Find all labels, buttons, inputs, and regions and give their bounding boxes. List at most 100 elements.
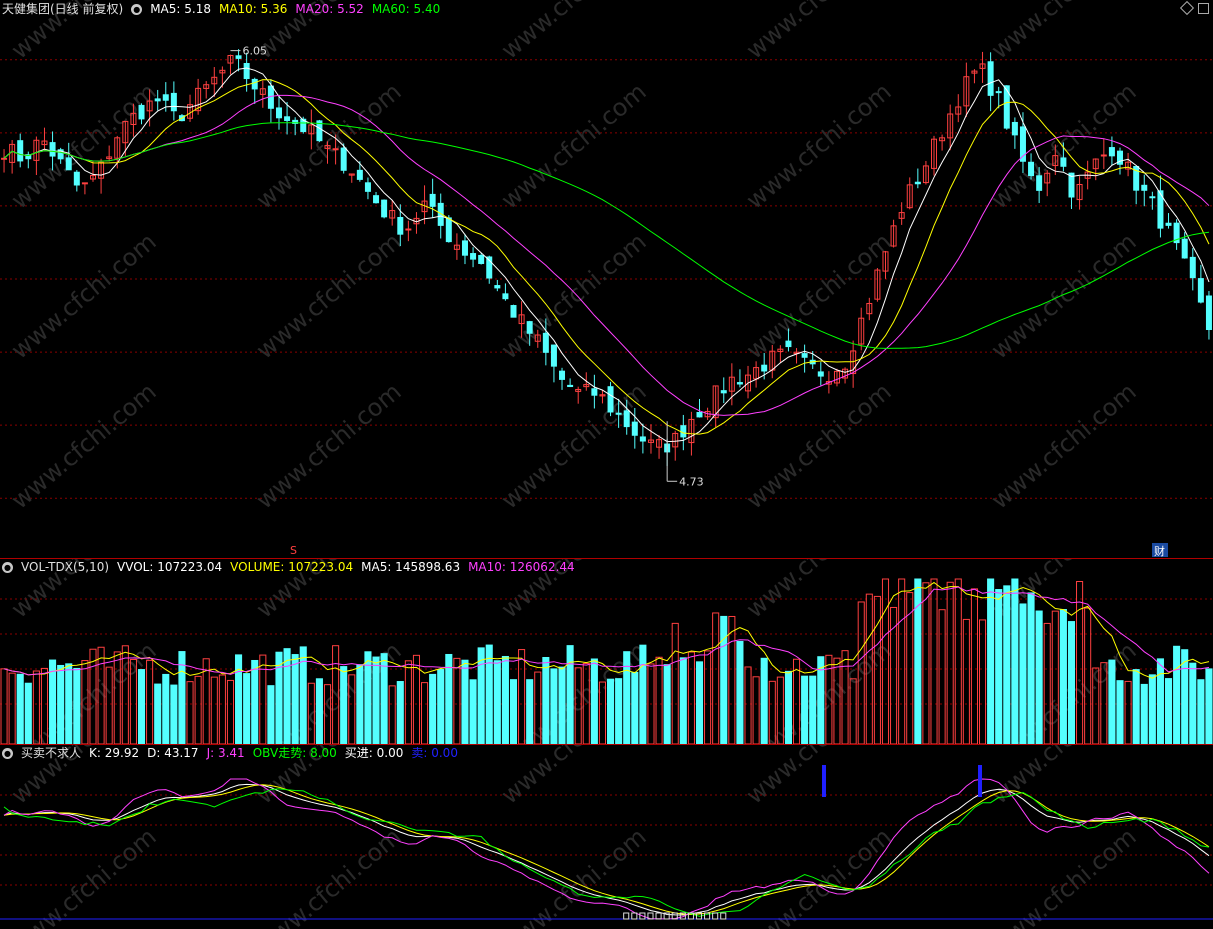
volume-bar [469,679,477,744]
volume-bar [995,589,1003,744]
volume-bar [1164,678,1173,744]
volume-bar [485,644,493,744]
candle-body [340,147,347,171]
volume-bar [1003,585,1011,744]
volume-bar [1059,609,1067,744]
candle-body [502,293,509,300]
volume-bar [1108,659,1116,744]
watermark-text: www.cfchi.com [6,227,162,364]
volume-bar [154,683,162,744]
volume-bar [1076,581,1084,744]
candle-body [1205,295,1212,331]
volume-header: ● VOL-TDX(5,10) VVOL: 107223.04 VOLUME: 107… [2,559,591,575]
volume-bar [542,657,550,744]
volume-bar [1116,680,1124,744]
candle-body [284,116,291,121]
volume-bar [607,678,615,744]
signal-box [712,912,719,920]
candle-body [494,285,501,289]
watermark-text: www.cfchi.com [496,745,652,810]
volume-bar [283,648,291,744]
volume-bar [210,676,218,744]
volume-bar [493,660,501,744]
volume-bar [218,674,226,744]
signal-box [720,912,727,920]
volume-bar [550,668,558,744]
indicator-value-label: J: 3.41 [206,746,245,760]
candle-body [170,92,177,112]
volume-bar [146,659,154,744]
candle-body [73,171,80,186]
candle-body [1189,256,1196,279]
indicator-value-label: MA20: 5.52 [295,2,364,16]
volume-bar [631,671,639,744]
indicator-value-label: MA5: 145898.63 [361,560,461,574]
candle-body [914,181,921,185]
volume-panel[interactable]: www.cfchi.comwww.cfchi.comwww.cfchi.comw… [0,559,1213,744]
candle-body [817,371,824,377]
volume-bar [65,663,73,744]
volume-bar [728,615,736,744]
indicator-value-label: MA10: 5.36 [218,2,288,16]
candle-body [1197,278,1204,303]
volume-bar [137,669,146,744]
volume-bar [461,659,469,744]
volume-bar [1124,680,1132,744]
indicator-panel[interactable]: www.cfchi.com www.cfchi.com www.cfchi.com w… [0,745,1213,929]
volume-settings-icon[interactable]: ● [2,562,13,573]
square-icon[interactable] [1198,3,1209,14]
watermark-text: www.cfchi.com [986,822,1142,929]
candle-body [1149,196,1156,199]
indicator-value-label: 卖: 0.00 [411,746,458,760]
volume-bar [356,664,364,744]
volume-bar [962,618,970,744]
volume-bar [987,578,995,744]
volume-bar [566,645,574,744]
volume-bar [930,578,938,744]
candle-body [1108,147,1115,157]
volume-bar [1132,669,1140,744]
volume-bar [809,675,817,744]
indicator-value-label: VVOL: 107223.04 [117,560,223,574]
volume-bar [558,666,566,744]
volume-bar [388,685,396,744]
volume-bar [970,588,978,744]
volume-bar [744,666,752,744]
volume-bar [954,578,962,744]
volume-bar [429,673,437,744]
candle-body [680,425,687,438]
indicator-title[interactable]: 买卖不求人 [21,746,81,760]
volume-bar [526,679,534,744]
candle-body [405,228,412,231]
settings-icon[interactable]: ● [131,4,143,15]
candle-body [397,216,404,235]
candle-body [275,107,282,119]
volume-bar [380,653,388,744]
candle-body [373,195,380,204]
volume-bar [57,664,65,744]
price-panel[interactable]: www.cfchi.com www.cfchi.com www.cfchi.com w… [0,0,1213,558]
candle-body [235,55,242,59]
volume-bar [784,670,792,744]
candle-body [607,386,614,413]
volume-bar [1019,603,1027,744]
volume-bar [671,622,679,744]
candle-body [381,199,388,218]
candle-body [550,344,557,367]
indicator-settings-icon[interactable]: ● [2,748,13,759]
candle-body [1036,175,1043,191]
volume-bar [590,658,598,744]
volume-bar [1156,658,1164,744]
candle-body [995,91,1002,94]
signal-box [623,912,630,920]
volume-bar [226,679,235,744]
volume-bar [1173,645,1181,744]
volume-bar [679,657,687,744]
volume-bar [243,673,251,744]
indicator-chart: www.cfchi.com www.cfchi.com www.cfchi.com w… [0,745,1213,929]
candle-body [65,157,72,171]
volume-bar [162,673,170,744]
stock-title[interactable]: 天健集团(日线 前复权) [2,2,123,16]
volume-title[interactable]: VOL-TDX(5,10) [21,560,109,574]
candle-body [49,142,56,157]
